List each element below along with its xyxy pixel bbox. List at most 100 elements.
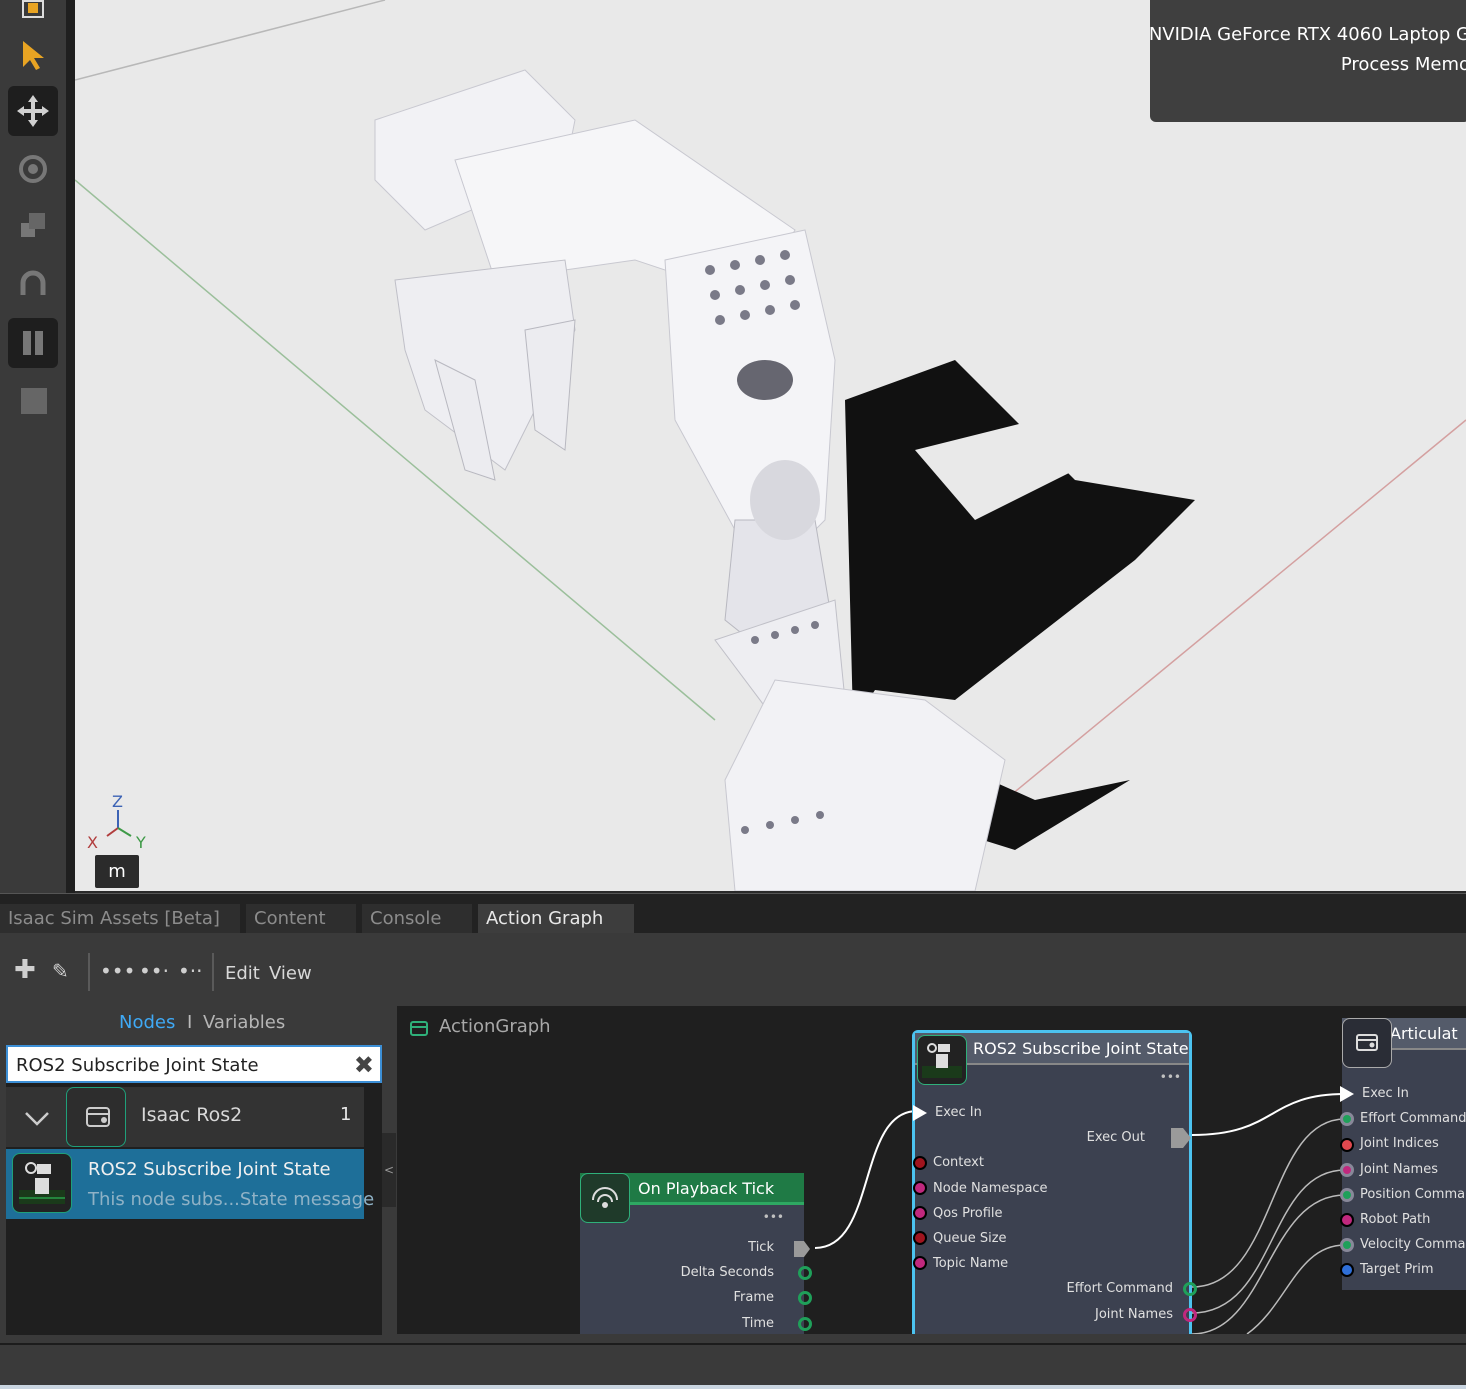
tick-to-exec-in-wire [814,1110,918,1249]
port-position-command: Position Commar [1360,1187,1466,1202]
axis-z-label: Z [112,792,123,811]
scale-tool-icon[interactable] [8,200,58,250]
pause-icon[interactable] [8,318,58,368]
library-tab-separator: I [187,1012,193,1033]
port-velocity-command: Velocity Comman [1360,1237,1466,1252]
port-tick: Tick [748,1240,774,1255]
port-exec-out: Exec Out [1086,1130,1145,1145]
status-bar-edge [0,1385,1466,1389]
select-tool-icon[interactable] [8,30,58,80]
action-graph-toolbar: ✚ ✎ ••• ••· •·· Edit View [0,933,1466,1007]
node-library-item[interactable]: ROS2 Subscribe Joint State This node sub… [6,1149,374,1219]
tab-isaac-sim-assets[interactable]: Isaac Sim Assets [Beta] [0,904,240,934]
articulation-node-icon [1342,1018,1392,1068]
port-dot[interactable] [1340,1112,1354,1126]
tab-variables[interactable]: Variables [203,1012,285,1033]
port-queue-size: Queue Size [933,1231,1007,1246]
port-frame: Frame [733,1290,774,1305]
node-library: Nodes I Variables ✖ Isaac Ros2 1 R [6,1007,382,1335]
port-time: Time [742,1316,774,1331]
port-node-namespace: Node Namespace [933,1181,1048,1196]
port-target-prim: Target Prim [1360,1262,1434,1277]
library-header: Nodes I Variables [6,1007,382,1047]
exec-in-port-icon[interactable] [911,1103,931,1123]
layout-dots-2-icon[interactable]: ••· [139,959,169,983]
tab-action-graph[interactable]: Action Graph [478,904,634,934]
port-qos-profile: Qos Profile [933,1206,1003,1221]
panel-tabbar: Isaac Sim Assets [Beta] Content Console … [0,893,1466,934]
port-dot[interactable] [798,1317,812,1331]
port-dot[interactable] [1340,1263,1354,1277]
port-exec-in: Exec In [1362,1086,1409,1101]
unit-badge[interactable]: m [95,855,139,888]
chevron-down-icon[interactable] [22,1109,52,1129]
add-icon[interactable]: ✚ [14,955,36,985]
layout-dots-icon[interactable]: ••• [100,959,135,983]
port-dot[interactable] [1340,1213,1354,1227]
stats-overlay: NVIDIA GeForce RTX 4060 Laptop G Process… [1148,0,1466,122]
node-item-description: This node subs...State message [88,1189,375,1210]
ros-node-icon [12,1153,72,1213]
memory-label: Process Memo [1340,54,1466,75]
port-dot[interactable] [1340,1188,1354,1202]
port-dot[interactable] [913,1156,927,1170]
create-icon[interactable] [8,0,58,26]
port-dot[interactable] [1340,1238,1354,1252]
category-label: Isaac Ros2 [141,1104,243,1126]
stop-icon[interactable] [8,375,58,425]
port-dot[interactable] [913,1256,927,1270]
port-dot[interactable] [1183,1282,1197,1296]
exec-out-port-icon[interactable] [1169,1126,1193,1150]
port-effort-command: Effort Command [1066,1281,1173,1296]
move-tool-icon[interactable] [8,86,58,136]
more-options-icon[interactable]: ••• [763,1210,784,1224]
search-input[interactable] [16,1052,336,1078]
port-dot[interactable] [913,1231,927,1245]
status-bar [0,1343,1466,1389]
rotate-tool-icon[interactable] [8,144,58,194]
gpu-label: NVIDIA GeForce RTX 4060 Laptop G [1148,24,1466,45]
tab-content[interactable]: Content [246,904,356,934]
axis-gizmo-icon [106,810,132,837]
port-dot[interactable] [1340,1163,1354,1177]
snap-icon[interactable] [8,260,58,310]
axis-y-label: Y [136,833,146,852]
view-menu[interactable]: View [269,963,312,984]
robot-arm-scene [75,0,1466,891]
ros-node-icon [917,1035,967,1085]
port-effort-command: Effort Command [1360,1111,1466,1126]
toolbar-separator [212,953,214,991]
category-count: 1 [340,1104,352,1125]
graph-canvas[interactable]: ActionGraph On Playback Tick ••• Tick De… [397,1006,1466,1334]
collapse-library-button[interactable]: < [382,1133,396,1207]
more-options-icon[interactable]: ••• [1160,1070,1181,1084]
edit-pencil-icon[interactable]: ✎ [52,959,69,983]
port-delta-seconds: Delta Seconds [680,1265,774,1280]
on-playback-tick-node[interactable]: On Playback Tick ••• Tick Delta Seconds … [580,1173,812,1334]
port-robot-path: Robot Path [1360,1212,1431,1227]
port-dot[interactable] [798,1266,812,1280]
ros2-subscribe-joint-state-node[interactable]: ROS2 Subscribe Joint State ••• Exec In E… [911,1030,1197,1334]
port-dot[interactable] [913,1181,927,1195]
port-exec-in: Exec In [935,1105,982,1120]
search-field[interactable]: ✖ [6,1045,382,1083]
exec-in-port-icon[interactable] [1338,1084,1358,1104]
viewport[interactable]: NVIDIA GeForce RTX 4060 Laptop G Process… [75,0,1466,891]
category-row[interactable]: Isaac Ros2 1 [6,1087,364,1147]
axis-x-label: X [87,833,98,852]
exec-port-icon[interactable] [792,1239,812,1259]
edit-menu[interactable]: Edit [225,963,260,984]
port-joint-names: Joint Names [1360,1162,1438,1177]
exec-out-to-exec-in-wire [1191,1093,1346,1136]
tab-console[interactable]: Console [362,904,472,934]
port-dot[interactable] [913,1206,927,1220]
port-dot[interactable] [798,1291,812,1305]
joint-names-wire [1191,1169,1346,1314]
port-dot[interactable] [1340,1138,1354,1152]
tab-nodes[interactable]: Nodes [119,1012,175,1033]
layout-dots-3-icon[interactable]: •·· [178,959,203,983]
port-topic-name: Topic Name [933,1256,1009,1271]
clear-search-icon[interactable]: ✖ [354,1051,374,1079]
articulation-controller-node[interactable]: Articulat Exec In Effort Command Joint I… [1340,1018,1466,1290]
port-dot[interactable] [1183,1308,1197,1322]
